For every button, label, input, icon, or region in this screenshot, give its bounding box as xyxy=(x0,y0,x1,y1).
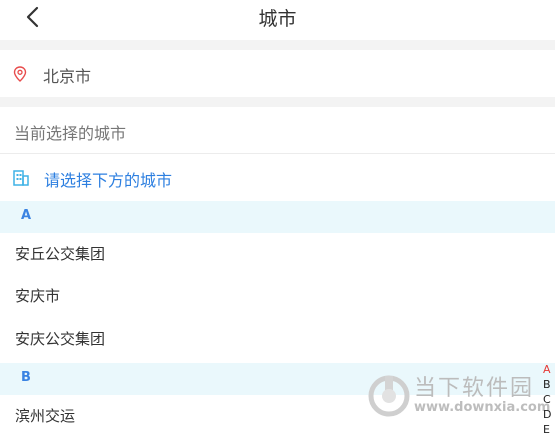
divider xyxy=(0,40,555,50)
current-location-row[interactable]: 北京市 xyxy=(0,50,555,97)
list-item[interactable]: 安庆公交集团 xyxy=(0,318,555,360)
section-letter: A xyxy=(21,208,32,223)
select-city-prompt: 请选择下方的城市 xyxy=(44,171,173,190)
city-name: 安庆市 xyxy=(15,287,61,305)
index-letter-e[interactable]: E xyxy=(543,422,555,437)
list-item[interactable]: 安丘公交集团 xyxy=(0,233,555,275)
city-name: 滨州交运 xyxy=(15,407,76,425)
section-header-a: A xyxy=(0,201,555,233)
building-icon xyxy=(13,170,29,186)
list-item[interactable]: 滨州交运 xyxy=(0,395,555,437)
location-city: 北京市 xyxy=(43,67,92,86)
index-letter-c[interactable]: C xyxy=(543,392,555,407)
index-letter-d[interactable]: D xyxy=(543,407,555,422)
index-letter-b[interactable]: B xyxy=(543,377,555,392)
page-title: 城市 xyxy=(258,8,297,30)
current-selection-label: 当前选择的城市 xyxy=(14,124,127,143)
section-header-b: B xyxy=(0,363,555,395)
alphabet-index[interactable]: A B C D E xyxy=(543,362,555,437)
current-selection-label-row: 当前选择的城市 xyxy=(0,107,555,154)
divider xyxy=(0,97,555,107)
city-name: 安丘公交集团 xyxy=(15,245,106,263)
top-bar: 城市 xyxy=(0,0,555,40)
location-pin-icon xyxy=(13,66,27,82)
list-item[interactable]: 安庆市 xyxy=(0,275,555,317)
city-name: 安庆公交集团 xyxy=(15,330,106,348)
select-city-prompt-row[interactable]: 请选择下方的城市 xyxy=(0,154,555,201)
section-letter: B xyxy=(21,370,31,385)
index-letter-a[interactable]: A xyxy=(543,362,555,377)
